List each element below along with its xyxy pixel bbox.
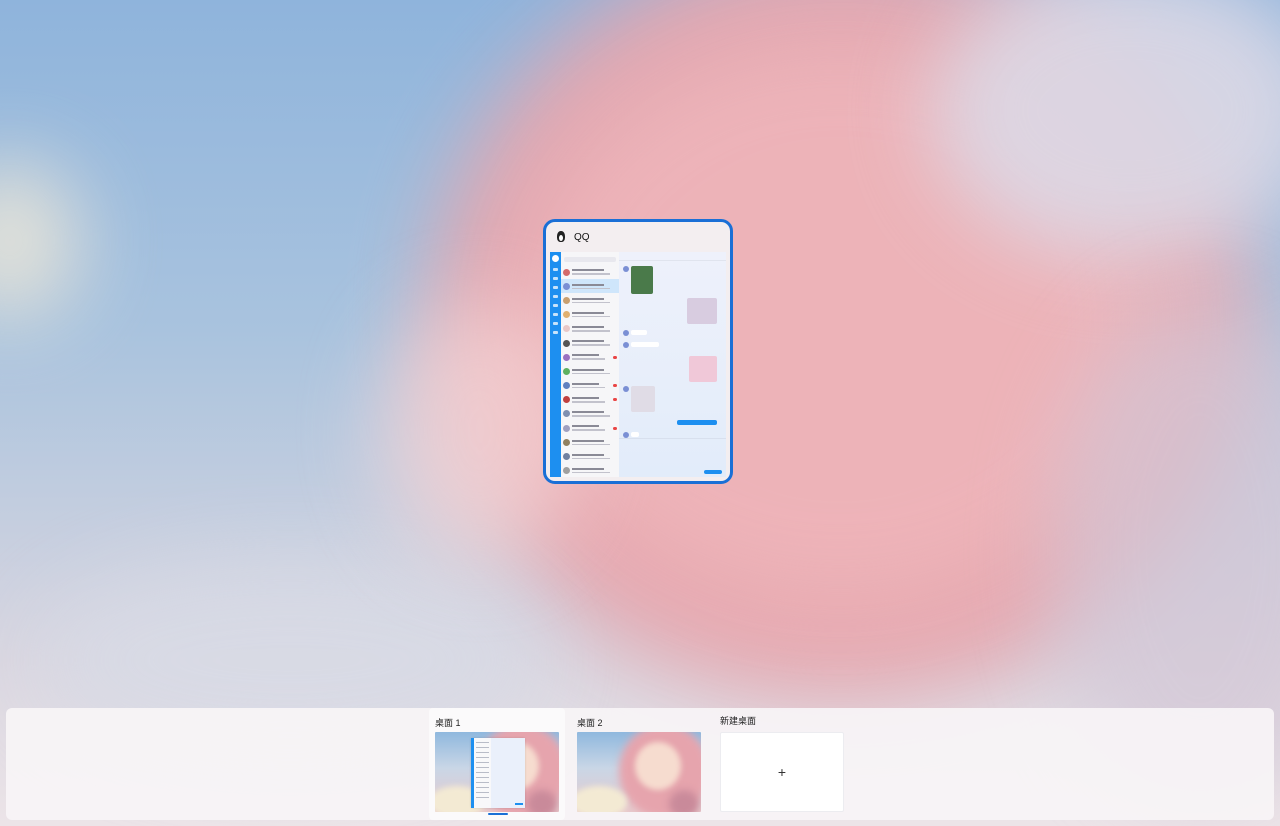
qq-send-button [704,470,722,474]
qq-window-preview[interactable]: QQ [543,219,733,484]
qq-message-input [619,438,726,477]
new-desktop-label: 新建桌面 [720,716,757,726]
window-title: QQ [574,231,590,243]
qq-conversation-list [561,252,619,477]
desktop-1[interactable]: 桌面 1 [429,708,565,820]
qq-window-thumbnail [550,252,726,477]
desktop-label: 桌面 1 [435,718,461,728]
desktop-2[interactable]: 桌面 2 [571,708,707,820]
desktop-thumbnail [435,732,559,812]
qq-chat-pane [619,252,726,477]
plus-icon: + [777,764,787,780]
desktop-label: 桌面 2 [577,718,603,728]
qq-sidebar [550,252,561,477]
mini-window [471,738,525,808]
desktop-thumbnail [577,732,701,812]
new-desktop-button[interactable]: + [720,732,844,812]
window-title-bar: QQ [546,222,730,252]
qq-penguin-icon [556,231,566,243]
virtual-desktops-bar: 桌面 1 桌面 2 新建桌面 + [6,708,1274,820]
active-desktop-indicator [488,813,508,815]
new-desktop[interactable]: 新建桌面 + [714,708,850,820]
